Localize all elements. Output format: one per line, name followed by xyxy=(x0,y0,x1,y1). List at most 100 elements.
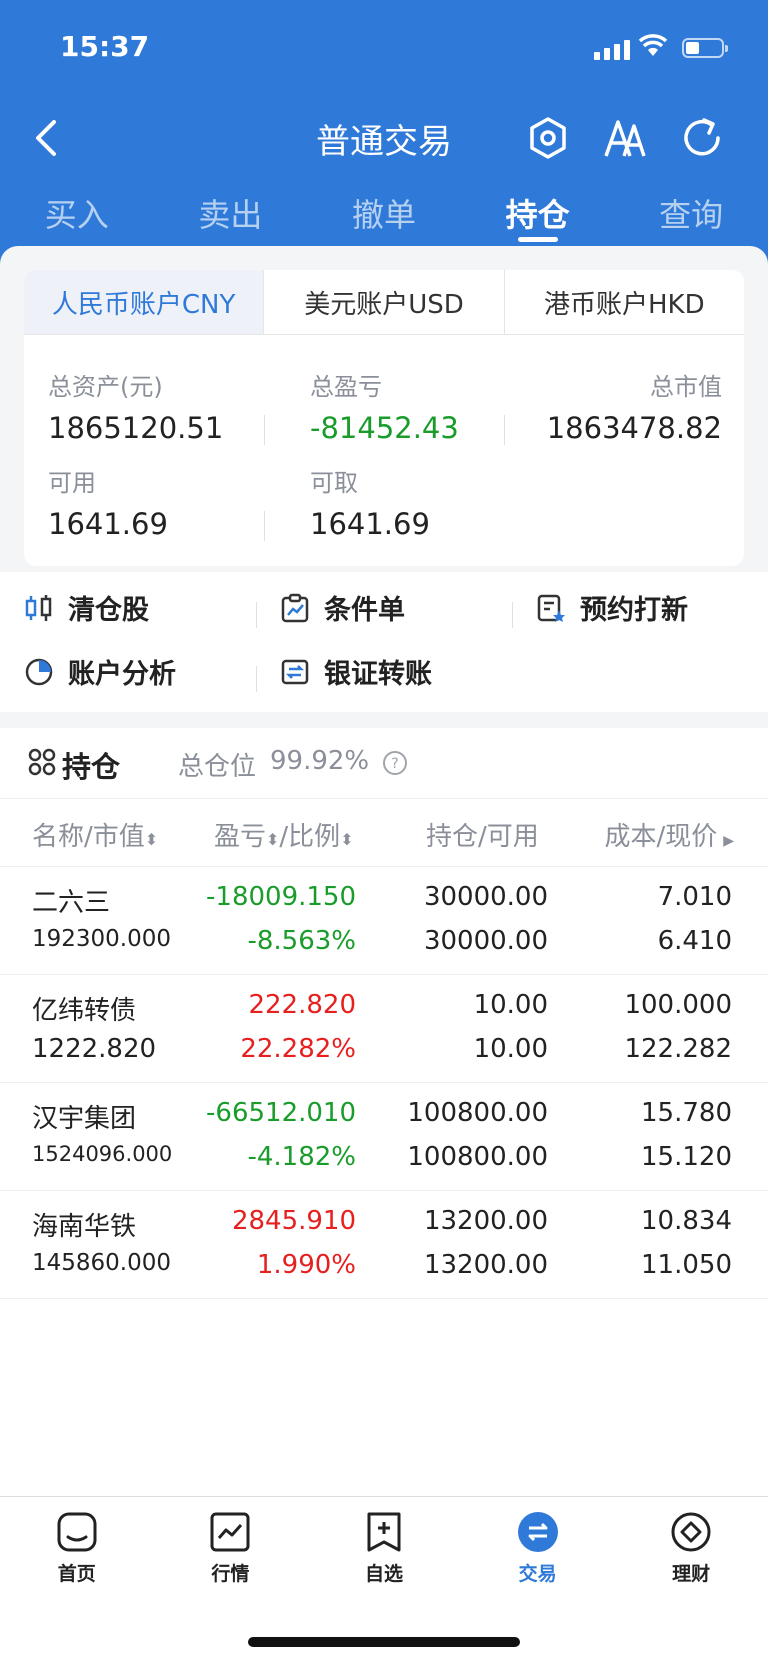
stock-price: 122.282 xyxy=(624,1034,732,1064)
quick-label: 账户分析 xyxy=(68,659,176,690)
col-cost-price[interactable]: 成本/现价 ▶ xyxy=(604,816,734,853)
col-label: 盈亏 xyxy=(214,822,267,852)
holdings-header: 持仓 总仓位 99.92% ? xyxy=(0,728,768,799)
grid-icon xyxy=(28,748,56,776)
font-size-icon[interactable] xyxy=(602,116,648,160)
nav-label: 理财 xyxy=(672,1563,711,1585)
tab-query[interactable]: 查询 xyxy=(614,184,768,248)
tab-cancel[interactable]: 撤单 xyxy=(307,184,461,248)
stock-name: 汉宇集团 xyxy=(32,1104,137,1134)
quick-label: 银证转账 xyxy=(324,659,432,690)
page-title: 普通交易 xyxy=(316,122,452,162)
quick-clear-stock[interactable]: 清仓股 xyxy=(24,588,149,627)
divider xyxy=(264,511,265,541)
trade-tabs: 买入 卖出 撤单 持仓 查询 xyxy=(0,184,768,248)
transfer-icon xyxy=(281,659,309,684)
holdings-title: 持仓 xyxy=(62,750,121,784)
settings-hexagon-icon[interactable] xyxy=(528,116,568,160)
cellular-signal-icon xyxy=(594,38,630,60)
stock-pl: 2845.910 xyxy=(231,1206,356,1236)
home-indicator[interactable] xyxy=(248,1637,520,1647)
stock-cost: 7.010 xyxy=(657,882,732,912)
divider xyxy=(256,602,257,628)
table-row[interactable]: 亿纬转债 1222.820 222.820 22.282% 10.00 10.0… xyxy=(0,974,768,1083)
clipboard-chart-icon xyxy=(281,593,309,622)
nav-label: 交易 xyxy=(518,1563,557,1585)
status-bar: 15:37 xyxy=(0,0,768,100)
divider xyxy=(504,415,505,445)
tab-holdings[interactable]: 持仓 xyxy=(461,184,615,248)
stock-pl-ratio: -4.182% xyxy=(247,1142,356,1172)
account-card: 人民币账户CNY 美元账户USD 港币账户HKD 总资产(元) 1865120.… xyxy=(24,270,744,566)
sort-icon: ⬍ xyxy=(144,830,159,849)
battery-icon xyxy=(682,38,728,58)
col-hold-avail: 持仓/可用 xyxy=(426,822,539,852)
nav-market[interactable]: 行情 xyxy=(154,1497,308,1597)
position-value: 99.92% xyxy=(270,746,370,776)
stock-pl-ratio: -8.563% xyxy=(247,926,356,956)
stock-pl-ratio: 1.990% xyxy=(256,1250,356,1280)
tab-account-cny[interactable]: 人民币账户CNY xyxy=(24,270,264,334)
nav-label: 自选 xyxy=(364,1563,403,1585)
sort-icon: ⬍ xyxy=(266,830,280,849)
total-assets-value: 1865120.51 xyxy=(48,411,224,445)
status-time: 15:37 xyxy=(60,30,150,63)
table-row[interactable]: 二六三 192300.000 -18009.150 -8.563% 30000.… xyxy=(0,866,768,975)
stock-market-value: 1222.820 xyxy=(32,1034,157,1064)
stock-name: 亿纬转债 xyxy=(32,996,137,1026)
total-pl-label: 总盈亏 xyxy=(310,373,382,401)
stock-hold: 30000.00 xyxy=(423,882,548,912)
nav-wealth[interactable]: 理财 xyxy=(614,1497,768,1597)
nav-trade[interactable]: 交易 xyxy=(461,1497,615,1597)
bottom-nav: 首页 行情 自选 交易 理财 xyxy=(0,1496,768,1597)
stock-market-value: 145860.000 xyxy=(32,1250,172,1276)
column-headers: 名称/市值⬍ 盈亏⬍/比例⬍ 持仓/可用 成本/现价 ▶ xyxy=(0,798,768,867)
exchange-icon xyxy=(517,1512,558,1552)
col-name-mv[interactable]: 名称/市值⬍ xyxy=(32,816,158,853)
table-row[interactable]: 汉宇集团 1524096.000 -66512.010 -4.182% 1008… xyxy=(0,1082,768,1191)
pie-chart-icon xyxy=(25,658,53,685)
table-row[interactable]: 海南华铁 145860.000 2845.910 1.990% 13200.00… xyxy=(0,1190,768,1299)
nav-label: 首页 xyxy=(57,1563,96,1585)
tab-account-hkd[interactable]: 港币账户HKD xyxy=(503,270,744,334)
stock-pl-ratio: 22.282% xyxy=(240,1034,356,1064)
total-pl-value: -81452.43 xyxy=(310,411,459,445)
diamond-icon xyxy=(671,1512,711,1552)
tab-sell[interactable]: 卖出 xyxy=(154,184,308,248)
stock-available: 13200.00 xyxy=(423,1250,548,1280)
nav-label: 行情 xyxy=(211,1563,250,1585)
divider xyxy=(512,602,513,628)
stock-price: 11.050 xyxy=(641,1250,732,1280)
stock-price: 15.120 xyxy=(641,1142,732,1172)
divider xyxy=(256,666,257,692)
stock-hold: 100800.00 xyxy=(407,1098,548,1128)
stock-cost: 15.780 xyxy=(641,1098,732,1128)
tab-buy[interactable]: 买入 xyxy=(0,184,154,248)
position-label: 总仓位 xyxy=(178,752,257,782)
quick-bank-transfer[interactable]: 银证转账 xyxy=(280,652,432,691)
quick-account-analysis[interactable]: 账户分析 xyxy=(24,652,176,691)
chevron-right-icon: ▶ xyxy=(723,833,734,849)
quick-label: 预约打新 xyxy=(580,595,688,626)
nav-home[interactable]: 首页 xyxy=(0,1497,154,1597)
stock-price: 6.410 xyxy=(657,926,732,956)
tab-account-usd[interactable]: 美元账户USD xyxy=(263,270,504,334)
help-icon[interactable]: ? xyxy=(382,750,408,776)
content-sheet: 人民币账户CNY 美元账户USD 港币账户HKD 总资产(元) 1865120.… xyxy=(0,246,768,1496)
wifi-icon xyxy=(638,34,668,56)
market-value-value: 1863478.82 xyxy=(546,411,722,445)
quick-ipo-subscribe[interactable]: 预约打新 xyxy=(536,588,688,627)
quick-conditional-order[interactable]: 条件单 xyxy=(280,588,405,627)
stock-available: 30000.00 xyxy=(423,926,548,956)
stock-name: 二六三 xyxy=(32,888,111,918)
candlestick-icon xyxy=(25,594,52,621)
account-tabs: 人民币账户CNY 美元账户USD 港币账户HKD xyxy=(24,270,744,335)
refresh-icon[interactable] xyxy=(680,116,724,160)
withdrawable-value: 1641.69 xyxy=(310,507,430,541)
nav-watchlist[interactable]: 自选 xyxy=(307,1497,461,1597)
stock-available: 100800.00 xyxy=(407,1142,548,1172)
bookmark-plus-icon xyxy=(367,1512,401,1552)
col-pl-ratio[interactable]: 盈亏⬍/比例⬍ xyxy=(214,816,354,853)
stock-market-value: 192300.000 xyxy=(32,926,172,952)
chart-line-icon xyxy=(210,1512,250,1552)
